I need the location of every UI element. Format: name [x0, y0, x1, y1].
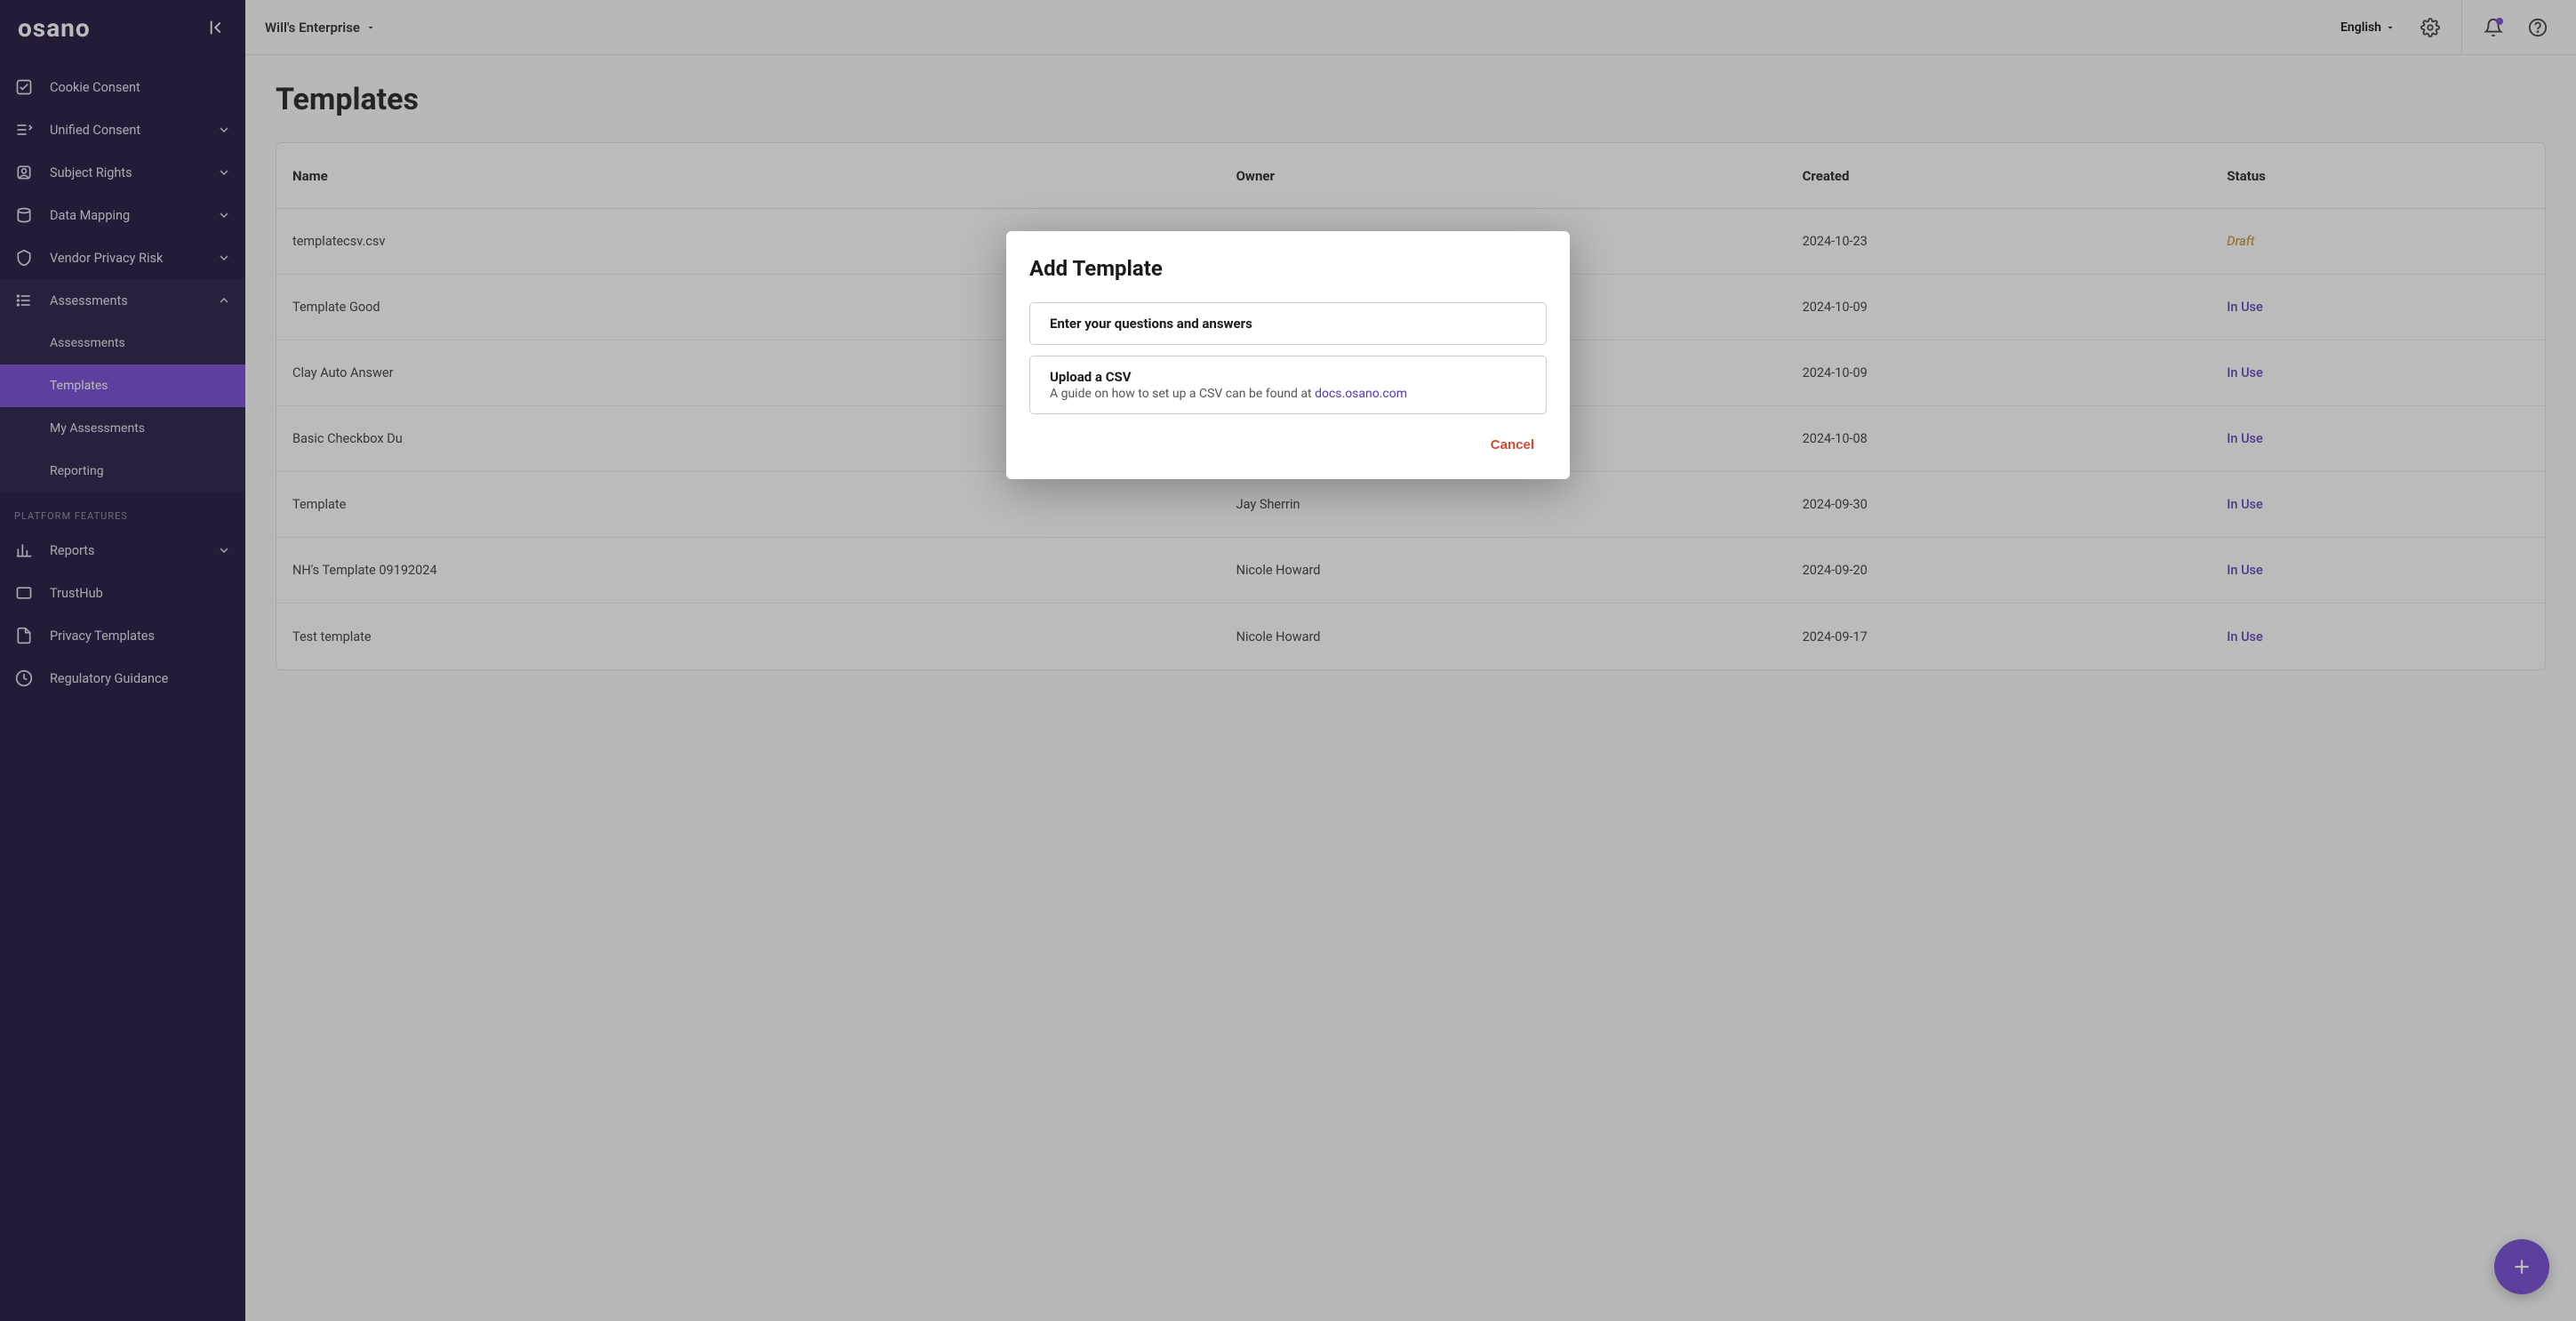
option-title: Upload a CSV	[1050, 369, 1526, 385]
add-template-modal: Add Template Enter your questions and an…	[1006, 231, 1570, 479]
modal-actions: Cancel	[1029, 430, 1547, 460]
modal-overlay[interactable]: Add Template Enter your questions and an…	[0, 0, 2576, 1321]
option-subtitle: A guide on how to set up a CSV can be fo…	[1050, 387, 1526, 401]
modal-title: Add Template	[1029, 256, 1547, 281]
option-title: Enter your questions and answers	[1050, 316, 1526, 332]
option-upload-csv[interactable]: Upload a CSV A guide on how to set up a …	[1029, 356, 1547, 414]
cancel-button[interactable]: Cancel	[1478, 430, 1547, 460]
option-enter-questions[interactable]: Enter your questions and answers	[1029, 302, 1547, 345]
docs-link[interactable]: docs.osano.com	[1315, 387, 1407, 401]
